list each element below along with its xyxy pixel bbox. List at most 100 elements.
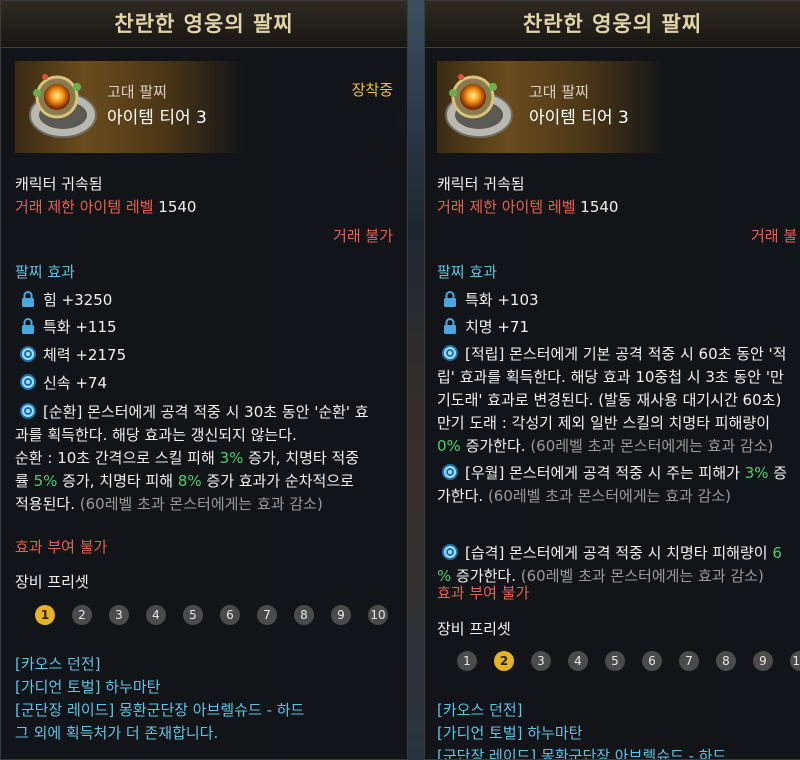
preset-5[interactable]: 5: [183, 605, 203, 625]
effect-value: 8%: [177, 472, 202, 490]
preset-8[interactable]: 8: [294, 605, 314, 625]
preset-2[interactable]: 2: [494, 651, 514, 671]
effect-text-part: 률: [15, 472, 34, 490]
lock-icon: [444, 318, 456, 334]
item-tier: 아이템 티어 3: [107, 108, 207, 128]
effect-tag: [우월]: [465, 464, 505, 482]
item-grade: 고대 팔찌: [529, 83, 589, 101]
item-grade: 고대 팔찌: [107, 83, 167, 101]
preset-1[interactable]: 1: [35, 605, 55, 625]
effect-text: 과를 획득한다. 해당 효과는 갱신되지 않는다.: [15, 426, 297, 444]
item-tooltip-compare: 찬란한 영웅의 팔찌 고대 팔찌 아이템 티어 3 캐릭터 귀속됨 거래 제한 …: [424, 0, 800, 760]
item-title: 찬란한 영웅의 팔찌: [1, 1, 407, 48]
effect-note: (60레벨 초과 몬스터에게는 효과 감소): [520, 567, 764, 585]
effect-tag: [순환]: [43, 403, 83, 421]
effect-value: 3%: [744, 464, 769, 482]
preset-10[interactable]: 10: [790, 651, 800, 671]
effect-text-part: 증가, 치명타 피해: [57, 472, 178, 490]
swirl-icon: [20, 346, 36, 362]
effect-text: 적용된다. (60레벨 초과 몬스터에게는 효과 감소): [15, 493, 404, 516]
preset-10[interactable]: 10: [368, 605, 388, 625]
stat-row: 신속 +74: [19, 372, 107, 393]
effect-tag: [적립]: [465, 345, 505, 363]
preset-label: 장비 프리셋: [437, 620, 511, 638]
source-chaos-dungeon: [카오스 던전]: [15, 655, 101, 673]
section-title: 팔찌 효과: [15, 263, 75, 281]
preset-1[interactable]: 1: [457, 651, 477, 671]
trade-status: 거래 불가: [333, 227, 393, 245]
swirl-icon: [442, 345, 458, 361]
preset-7[interactable]: 7: [679, 651, 699, 671]
effect-text-part: 증: [768, 464, 788, 482]
stat-row: 특화 +115: [19, 316, 117, 337]
stat-row: 치명 +71: [441, 316, 529, 337]
trade-level-value: 1540: [580, 198, 619, 216]
item-tooltip-equipped: 찬란한 영웅의 팔찌 고대 팔찌 아이템 티어 3 장착중 캐릭터 귀속됨 거래…: [0, 0, 408, 760]
special-effect-1: [적립] 몬스터에게 기본 공격 적중 시 60초 동안 '적 립' 효과를 획…: [437, 343, 800, 458]
effect-text: 가한다. (60레벨 초과 몬스터에게는 효과 감소): [437, 485, 800, 508]
trade-level-value: 1540: [158, 198, 197, 216]
bracelet-icon: [445, 74, 513, 138]
effect-value: 3%: [219, 449, 244, 467]
effect-value: 6: [772, 544, 782, 562]
effect-text-part: 증가 효과가 순차적으로: [201, 472, 354, 490]
preset-3[interactable]: 3: [109, 605, 129, 625]
effect-text: 만기 도래 : 각성기 제외 일반 스킬의 치명타 피해량이: [437, 414, 771, 432]
more-sources: 그 외에 획득처가 더 존재합니다.: [15, 724, 219, 742]
no-effect-notice: 효과 부여 불가: [437, 584, 530, 602]
preset-4[interactable]: 4: [146, 605, 166, 625]
trade-status: 거래 불: [751, 227, 798, 245]
preset-6[interactable]: 6: [642, 651, 662, 671]
stat-text: 특화 +115: [43, 318, 117, 336]
effect-text: 몬스터에게 공격 적중 시 30초 동안 '순환' 효: [87, 403, 369, 421]
trade-level-label: 거래 제한 아이템 레벨: [15, 198, 154, 216]
effect-text-part: 몬스터에게 공격 적중 시 주는 피해가: [509, 464, 745, 482]
preset-7[interactable]: 7: [257, 605, 277, 625]
preset-9[interactable]: 9: [753, 651, 773, 671]
special-effect-2: [우월] 몬스터에게 공격 적중 시 주는 피해가 3% 증 가한다. (60레…: [437, 462, 800, 508]
effect-text: 기도래' 효과로 변경된다. (발동 재사용 대기시간 60초): [437, 391, 782, 409]
swirl-icon: [20, 374, 36, 390]
no-effect-notice: 효과 부여 불가: [15, 538, 108, 556]
effect-text-part: 가한다.: [437, 487, 488, 505]
preset-2[interactable]: 2: [72, 605, 92, 625]
trade-level-row: 거래 제한 아이템 레벨 1540: [437, 196, 618, 217]
source-legion-raid: [군단장 레이드] 몽환군단장 아브렐슈드 - 하드: [15, 701, 305, 719]
effect-note: (60레벨 초과 몬스터에게는 효과 감소): [79, 495, 323, 513]
swirl-icon: [442, 544, 458, 560]
bound-status: 캐릭터 귀속됨: [437, 175, 525, 193]
effect-text-part: 증가, 치명타 적중: [243, 449, 360, 467]
preset-6[interactable]: 6: [220, 605, 240, 625]
stat-row: 힘 +3250: [19, 289, 112, 310]
effect-note: (60레벨 초과 몬스터에게는 효과 감소): [487, 487, 732, 505]
preset-9[interactable]: 9: [331, 605, 351, 625]
preset-3[interactable]: 3: [531, 651, 551, 671]
source-chaos-dungeon: [카오스 던전]: [437, 701, 523, 719]
effect-value: 5%: [33, 472, 58, 490]
lock-icon: [22, 318, 34, 334]
preset-8[interactable]: 8: [716, 651, 736, 671]
effect-note: (60레벨 초과 몬스터에게는 효과 감소): [530, 437, 774, 455]
effect-text-part: 몬스터에게 공격 적중 시 치명타 피해량이: [509, 544, 773, 562]
trade-level-label: 거래 제한 아이템 레벨: [437, 198, 576, 216]
preset-5[interactable]: 5: [605, 651, 625, 671]
item-tier: 아이템 티어 3: [529, 108, 629, 128]
effect-text: 률 5% 증가, 치명타 피해 8% 증가 효과가 순차적으로: [15, 470, 404, 493]
stat-text: 신속 +74: [43, 374, 108, 392]
stat-text: 특화 +103: [465, 291, 539, 309]
swirl-icon: [20, 403, 36, 419]
preset-4[interactable]: 4: [568, 651, 588, 671]
special-effect: [순환] 몬스터에게 공격 적중 시 30초 동안 '순환' 효 과를 획득한다…: [15, 401, 404, 516]
bracelet-icon: [29, 74, 97, 138]
item-title: 찬란한 영웅의 팔찌: [425, 1, 800, 48]
preset-label: 장비 프리셋: [15, 573, 89, 591]
source-guardian: [가디언 토벌] 하누마탄: [437, 724, 583, 742]
effect-tag: [습격]: [465, 544, 505, 562]
lock-icon: [22, 291, 34, 307]
effect-text: 몬스터에게 기본 공격 적중 시 60초 동안 '적: [509, 345, 787, 363]
stat-row: 특화 +103: [441, 289, 539, 310]
equipped-badge: 장착중: [351, 81, 393, 99]
swirl-icon: [442, 464, 458, 480]
effect-text-part: 적용된다.: [15, 495, 80, 513]
stat-text: 체력 +2175: [43, 346, 127, 364]
